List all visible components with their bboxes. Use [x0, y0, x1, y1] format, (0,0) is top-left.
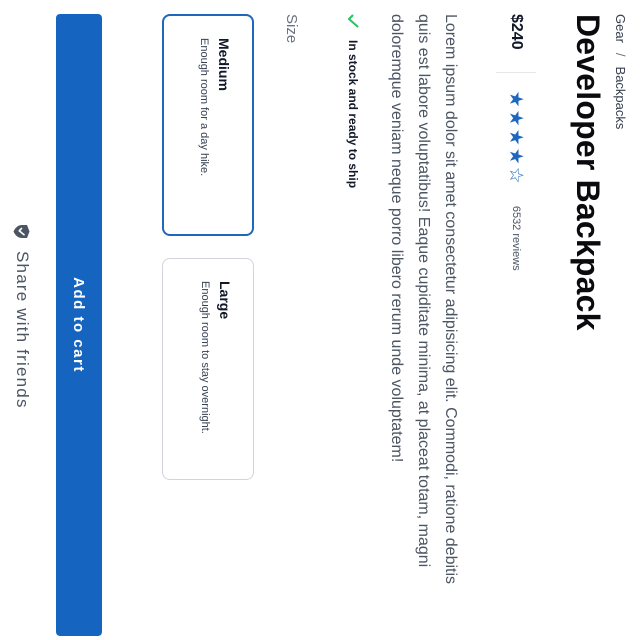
divider	[496, 71, 536, 73]
breadcrumb-separator: /	[613, 52, 628, 57]
stock-status-text: In stock and ready to ship	[346, 40, 360, 189]
star-filled-icon: ★	[505, 147, 527, 165]
product-title: Developer Backpack	[570, 14, 606, 331]
share-label: Share with friends	[13, 251, 32, 409]
rating-stars: ★ ★ ★ ★ ☆	[505, 90, 527, 184]
size-option-description: Enough room for a day hike.	[198, 38, 210, 177]
size-option-name: Medium	[216, 38, 232, 91]
price-rating-row: $240 ★ ★ ★ ★ ☆ 6532 reviews	[496, 14, 536, 271]
size-option-medium[interactable]: Medium Enough room for a day hike.	[162, 14, 254, 236]
breadcrumb: Gear / Backpacks	[613, 14, 628, 129]
star-filled-icon: ★	[505, 90, 527, 108]
star-filled-icon: ★	[505, 128, 527, 146]
star-empty-icon: ☆	[505, 166, 527, 184]
stock-status: In stock and ready to ship	[346, 14, 360, 188]
size-option-large[interactable]: Large Enough room to stay overnight.	[162, 258, 254, 480]
product-price: $240	[508, 14, 525, 50]
product-description: Lorem ipsum dolor sit amet consectetur a…	[388, 14, 459, 585]
size-option-name: Large	[217, 281, 233, 320]
size-label: Size	[283, 14, 300, 44]
reviews-count[interactable]: 6532 reviews	[510, 206, 522, 271]
star-filled-icon: ★	[505, 109, 527, 127]
share-button[interactable]: Share with friends	[12, 224, 32, 409]
size-option-description: Enough room to stay overnight.	[199, 281, 211, 434]
product-panel: Gear / Backpacks Developer Backpack $240…	[0, 0, 640, 640]
check-icon	[346, 14, 360, 28]
breadcrumb-item-gear[interactable]: Gear	[613, 14, 628, 43]
breadcrumb-item-backpacks[interactable]: Backpacks	[613, 67, 628, 130]
add-to-cart-button[interactable]: Add to cart	[56, 14, 102, 636]
shield-icon	[14, 224, 31, 239]
